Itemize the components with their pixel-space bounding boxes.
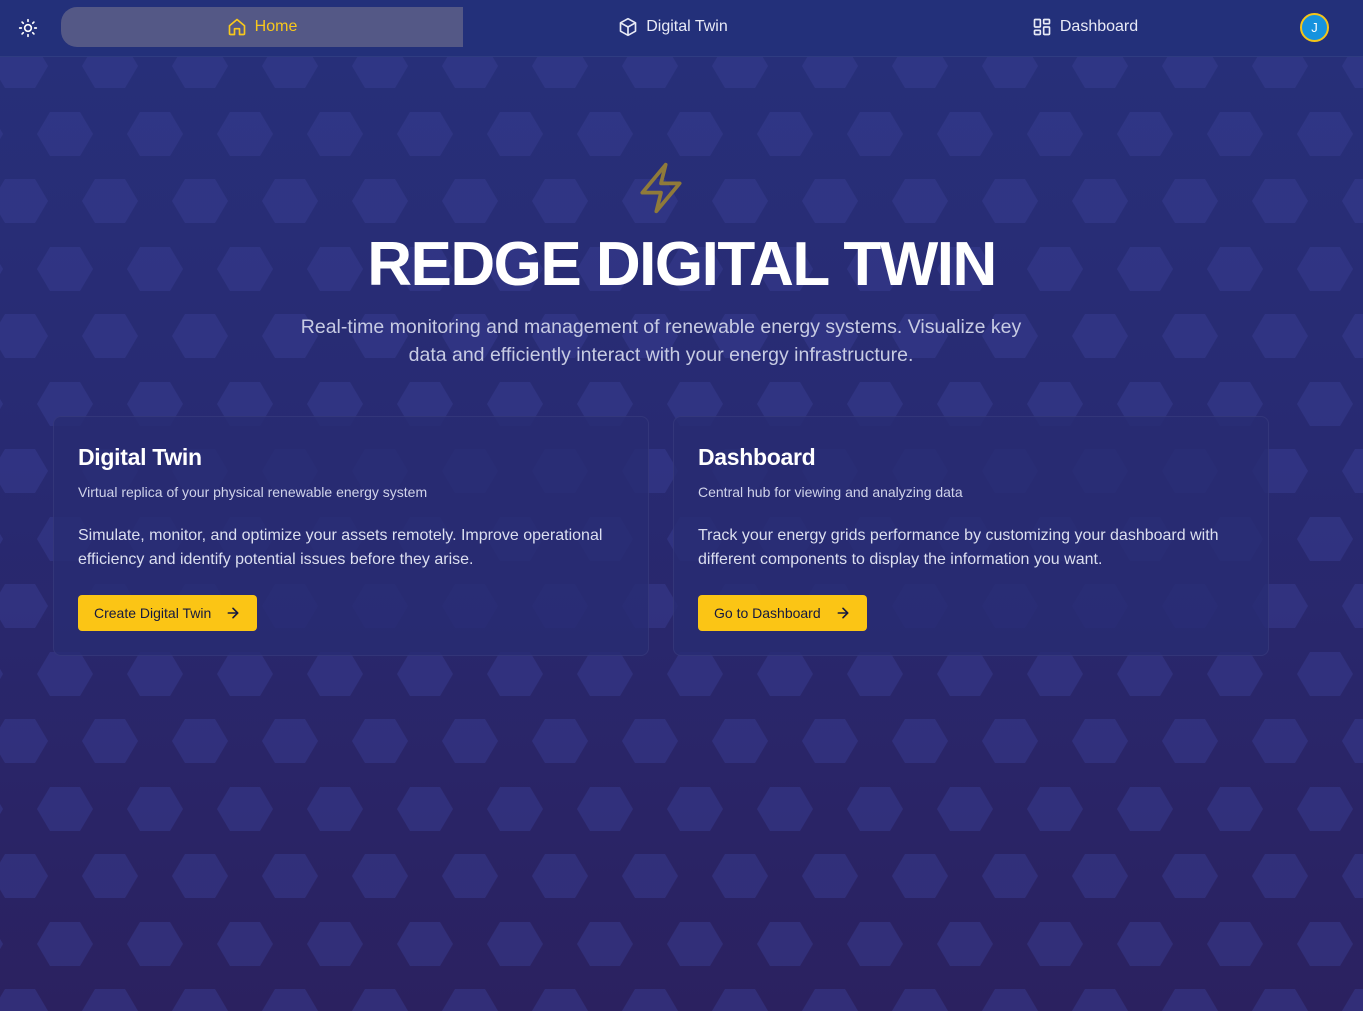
create-digital-twin-button[interactable]: Create Digital Twin <box>78 595 258 631</box>
dashboard-card: Dashboard Central hub for viewing and an… <box>673 416 1269 656</box>
card-title: Dashboard <box>698 444 816 470</box>
button-label: Go to Dashboard <box>714 605 821 621</box>
card-title: Digital Twin <box>78 444 202 470</box>
page-subtitle: Real-time monitoring and management of r… <box>300 316 1022 366</box>
grid-icon <box>1032 17 1052 37</box>
top-navbar: Home Digital Twin Dashboard J <box>0 0 1363 57</box>
avatar-initial: J <box>1311 20 1318 35</box>
tab-dashboard[interactable]: Dashboard <box>884 7 1286 47</box>
tab-home-label: Home <box>254 18 298 35</box>
arrow-right-icon <box>225 605 241 621</box>
user-avatar[interactable]: J <box>1300 13 1329 42</box>
page-title: REDGE DIGITAL TWIN <box>367 230 997 299</box>
tab-dashboard-label: Dashboard <box>1059 18 1139 35</box>
digital-twin-card: Digital Twin Virtual replica of your phy… <box>53 416 649 656</box>
tab-digital-twin-label: Digital Twin <box>646 18 728 35</box>
tab-home[interactable]: Home <box>61 7 463 47</box>
go-to-dashboard-button[interactable]: Go to Dashboard <box>698 595 867 631</box>
home-icon <box>227 17 247 37</box>
tab-digital-twin[interactable]: Digital Twin <box>472 7 874 47</box>
theme-toggle-button[interactable] <box>14 14 41 41</box>
card-subtitle: Virtual replica of your physical renewab… <box>78 484 428 500</box>
lightning-bolt-icon <box>640 162 682 214</box>
card-description: Track your energy grids performance by c… <box>698 527 1219 568</box>
card-description: Simulate, monitor, and optimize your ass… <box>78 527 603 568</box>
arrow-right-icon <box>835 605 851 621</box>
sun-icon <box>18 18 38 38</box>
cube-icon <box>618 17 638 37</box>
card-subtitle: Central hub for viewing and analyzing da… <box>698 484 963 500</box>
button-label: Create Digital Twin <box>94 605 212 621</box>
